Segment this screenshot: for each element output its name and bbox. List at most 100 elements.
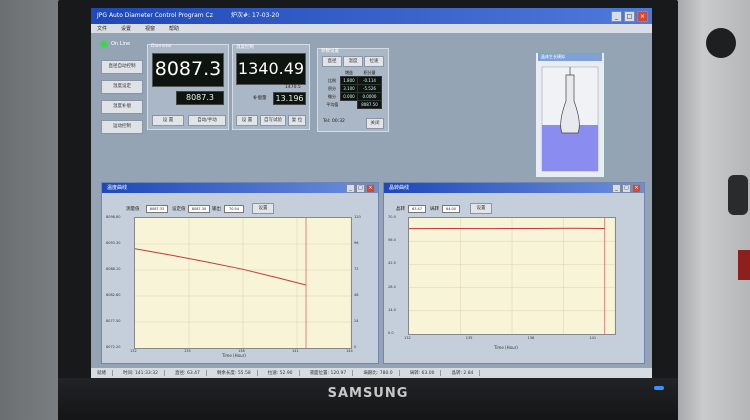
- speed-chart-window: 晶转曲线 _ □ × 晶转 63.47 埚转 64.00 设置 70.0 56.0…: [383, 182, 645, 364]
- temperature-chart-window: 温度曲线 _ □ × 测量值 8087.33 设定值 8087.30 输出 70…: [101, 182, 379, 364]
- menu-file[interactable]: 文件: [97, 25, 107, 32]
- status-bar: 就绪 时间: 141:33:32 直径: 63.47 剩余长度: 55.58 拉…: [91, 368, 652, 378]
- online-status-label: On Line: [111, 41, 131, 47]
- tick-label: 72: [354, 267, 359, 271]
- tick-label: 96: [354, 241, 359, 245]
- temperature-chart-title: 温度曲线: [102, 183, 378, 193]
- crystal-diagram-panel: 晶体生长模拟: [535, 52, 605, 178]
- temp-legend-value-0: 8087.33: [146, 205, 168, 213]
- params-table: 增益 积分量 比例 1.800 -0.114 积分 3.100 -5.526 微…: [324, 69, 383, 109]
- diameter-auto-button[interactable]: 直径自动控制: [101, 60, 143, 74]
- tick-label: 42.0: [388, 261, 396, 266]
- tick-label: 8082.80: [106, 293, 121, 297]
- tick-label: 144: [346, 349, 353, 353]
- speed-chart-minimize-button[interactable]: _: [612, 184, 621, 193]
- speed-legend-value-1: 64.00: [442, 205, 460, 213]
- tick-label: 24: [354, 319, 359, 323]
- menu-settings[interactable]: 设置: [121, 25, 131, 32]
- diameter-group-title: Diameter: [151, 44, 173, 49]
- diameter-value-display: 8087.3: [152, 53, 224, 87]
- temp-legend-label-2: 输出: [212, 207, 221, 212]
- speed-chart-set-button[interactable]: 设置: [470, 203, 492, 214]
- params-footer: Tel: 00:32: [323, 119, 345, 124]
- cabinet-handle: [728, 175, 748, 215]
- series-line-0: [135, 248, 307, 286]
- close-button[interactable]: ×: [637, 11, 648, 22]
- params-tab-speed[interactable]: 拉速: [364, 56, 384, 67]
- params-group-title: 参数设置: [321, 49, 339, 54]
- menu-bar: 文件 设置 视窗 帮助: [91, 24, 652, 33]
- diameter-group: Diameter 8087.3 8087.3 设 置 自动/手动: [147, 44, 229, 130]
- speed-x-axis-label: Time (Hour): [494, 345, 518, 350]
- diameter-auto-manual-button[interactable]: 自动/手动: [188, 115, 226, 126]
- window-title: JPG Auto Diameter Control Program Cz: [97, 12, 213, 19]
- params-header-row: 增益 积分量: [324, 69, 382, 77]
- furnace-label: 炉次#: 17-03-20: [231, 12, 280, 19]
- status-diameter: 直径: 63.47: [175, 370, 207, 376]
- temperature-comp-button[interactable]: 温度补偿: [101, 100, 143, 114]
- temp-chart-set-button[interactable]: 设置: [252, 203, 274, 214]
- cabinet-red-indicator: [738, 250, 750, 280]
- maximize-button[interactable]: □: [624, 11, 635, 22]
- temperature-group-title: 温度控制: [236, 45, 254, 50]
- params-header-integral: 积分量: [363, 69, 376, 75]
- tick-label: 132: [130, 349, 137, 353]
- cabinet-switch-knob: [706, 28, 736, 58]
- tick-label: 48: [354, 293, 359, 297]
- menu-help[interactable]: 帮助: [169, 25, 179, 32]
- speed-chart-close-button[interactable]: ×: [632, 184, 641, 193]
- tick-label: 141: [589, 336, 597, 340]
- tick-label: 8088.10: [106, 267, 121, 271]
- temperature-plot-area: [134, 217, 352, 349]
- status-time: 时间: 141:33:32: [123, 370, 166, 376]
- motion-control-button[interactable]: 运动控制: [101, 120, 143, 134]
- tick-label: 141: [292, 349, 299, 353]
- table-row: 比例 1.800 -0.114: [324, 76, 383, 85]
- tick-label: 0.0: [388, 331, 394, 335]
- params-tab-diameter[interactable]: 直径: [322, 56, 342, 67]
- window-titlebar: JPG Auto Diameter Control Program Cz 炉次#…: [91, 8, 652, 24]
- temperature-set-button-2[interactable]: 设 置: [236, 115, 258, 126]
- temperature-group: 温度控制 1340.49 1470.5 补偿量 13.196 设 置 自写试验 …: [232, 44, 310, 130]
- power-led: [654, 386, 664, 390]
- tick-label: 8077.50: [106, 319, 121, 323]
- speed-chart-title: 晶转曲线: [384, 183, 644, 193]
- temperature-chart-svg: [135, 218, 351, 348]
- params-header-gain: 增益: [344, 69, 353, 75]
- speed-legend-label-1: 埚转: [430, 207, 439, 212]
- params-tab-temperature[interactable]: 温度: [343, 56, 363, 67]
- speed-plot-area: [408, 217, 616, 335]
- menu-view[interactable]: 视窗: [145, 25, 155, 32]
- temp-chart-close-button[interactable]: ×: [366, 184, 375, 193]
- status-crucible-rotation: 埚转: 63.00: [410, 370, 442, 376]
- tick-label: 132: [404, 336, 411, 340]
- speed-chart-maximize-button[interactable]: □: [622, 184, 631, 193]
- status-crucible-ratio: 埚跟比: 780.0: [363, 370, 400, 376]
- tick-label: 135: [465, 336, 473, 340]
- temperature-value-display: 1340.49: [236, 53, 306, 85]
- tick-label: 14.0: [388, 307, 396, 312]
- tick-label: 70.0: [388, 215, 396, 219]
- minimize-button[interactable]: _: [611, 11, 622, 22]
- table-row: 积分 3.100 -5.526: [324, 84, 383, 93]
- status-remaining-length: 剩余长度: 55.58: [217, 370, 258, 376]
- params-close-button[interactable]: 关闭: [366, 118, 384, 129]
- diameter-set-button[interactable]: 设 置: [152, 115, 184, 126]
- status-crystal-rotation: 晶转: 2.84: [451, 370, 481, 376]
- temp-chart-maximize-button[interactable]: □: [356, 184, 365, 193]
- temperature-comp-label: 补偿量: [253, 96, 267, 101]
- temperature-reset-button[interactable]: 复 位: [288, 115, 306, 126]
- app-screen: JPG Auto Diameter Control Program Cz 炉次#…: [91, 8, 652, 378]
- status-melt-level: 液面位置: 120.97: [310, 370, 354, 376]
- temperature-test-button[interactable]: 自写试验: [260, 115, 286, 126]
- tick-label: 138: [527, 336, 535, 340]
- temperature-set-button[interactable]: 温度设定: [101, 80, 143, 94]
- table-row: 微分 0.000 0.0000: [324, 92, 383, 101]
- temp-legend-value-1: 8087.30: [188, 205, 210, 213]
- speed-legend-label-0: 晶转: [396, 207, 405, 212]
- temp-chart-minimize-button[interactable]: _: [346, 184, 355, 193]
- crystal-diagram-graphic: [541, 66, 599, 172]
- temp-legend-value-2: 70.54: [224, 205, 244, 213]
- temp-legend-label-1: 设定值: [172, 207, 186, 212]
- speed-chart-svg: [409, 218, 615, 334]
